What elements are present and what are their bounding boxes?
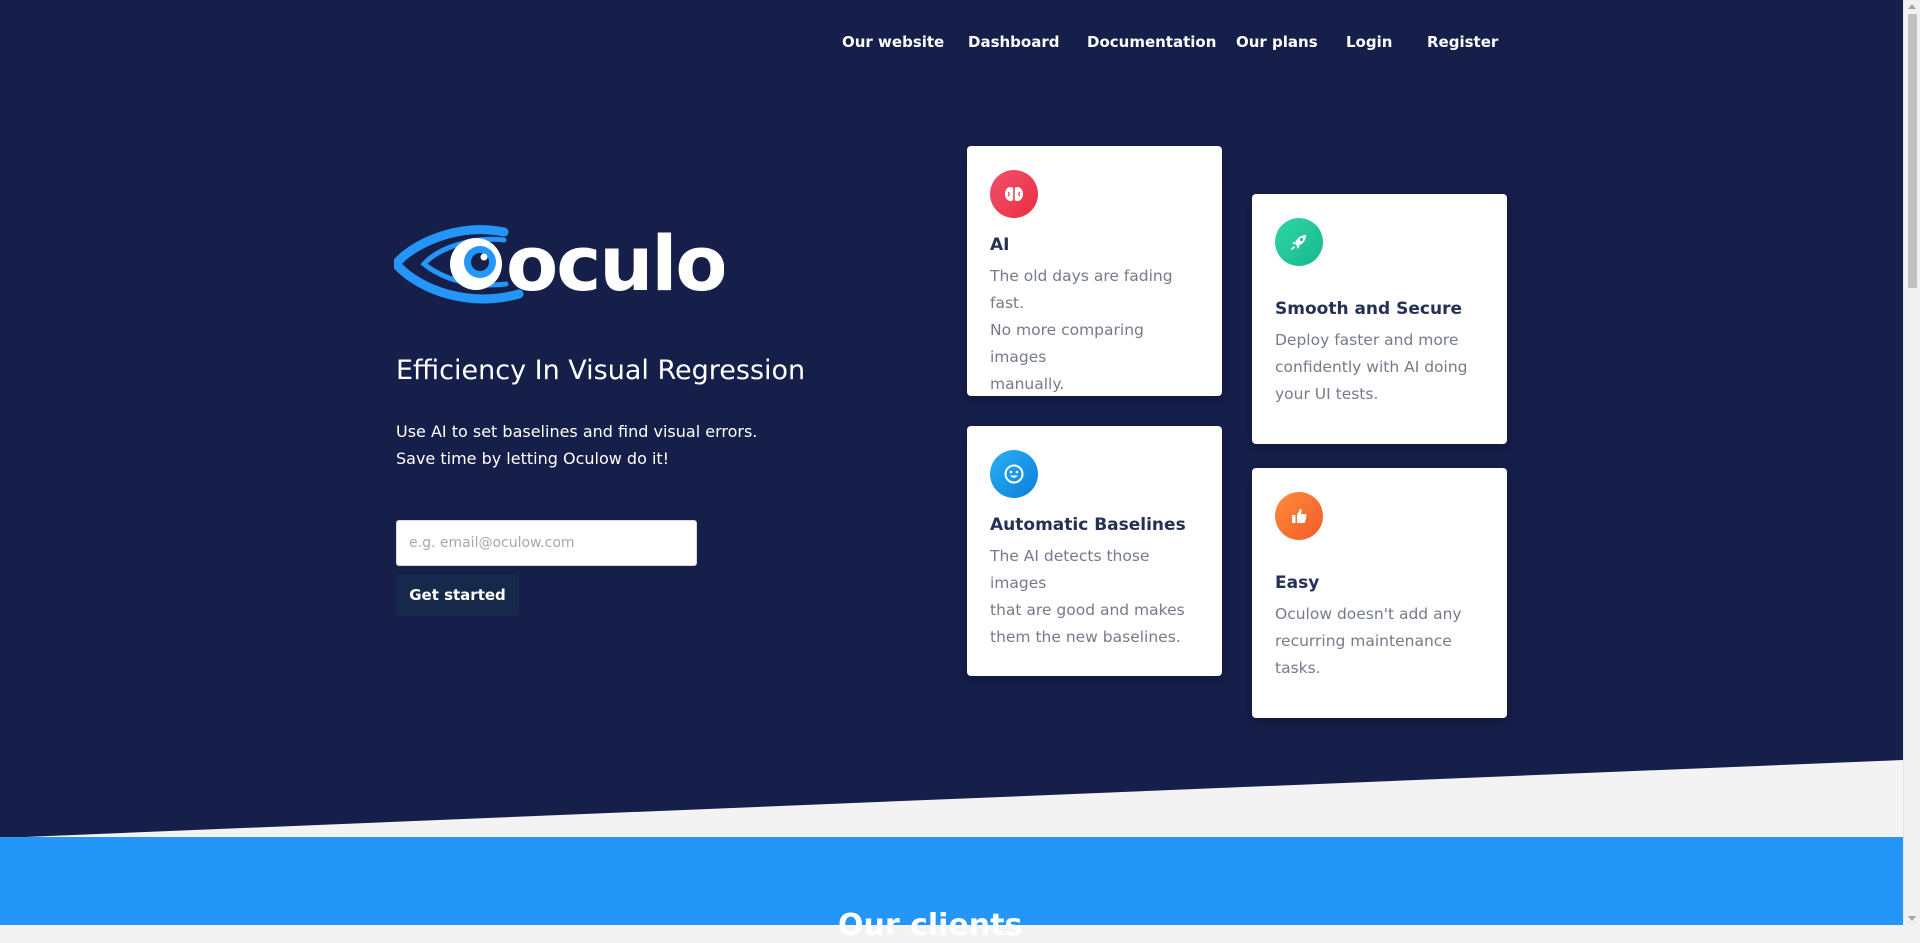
rocket-icon: [1275, 218, 1323, 266]
hero-description-line: Use AI to set baselines and find visual …: [396, 422, 758, 441]
feature-card-easy: Easy Oculow doesn't add any recurring ma…: [1252, 468, 1507, 718]
feature-description: The old days are fading fast. No more co…: [990, 267, 1173, 393]
hero-tagline: Efficiency In Visual Regression: [396, 355, 806, 386]
feature-title: Automatic Baselines: [990, 515, 1186, 535]
feature-card-ai: AI The old days are fading fast. No more…: [967, 146, 1222, 396]
feature-card-automatic-baselines: Automatic Baselines The AI detects those…: [967, 426, 1222, 676]
smiley-icon: [990, 450, 1038, 498]
email-input[interactable]: [396, 520, 697, 566]
feature-title: Smooth and Secure: [1275, 299, 1462, 319]
nav-our-website[interactable]: Our website: [842, 33, 944, 51]
get-started-button[interactable]: Get started: [396, 574, 519, 616]
logo-wordmark: oculow: [506, 219, 724, 308]
feature-title: AI: [990, 235, 1010, 255]
scrollbar-thumb[interactable]: [1908, 14, 1917, 288]
hero-description-line: Save time by letting Oculow do it!: [396, 449, 670, 468]
nav-register[interactable]: Register: [1427, 33, 1498, 51]
hero-slant-divider: [0, 760, 1903, 838]
feature-card-smooth-and-secure: Smooth and Secure Deploy faster and more…: [1252, 194, 1507, 444]
feature-description: Oculow doesn't add any recurring mainten…: [1275, 605, 1462, 677]
thumbs-up-icon: [1275, 492, 1323, 540]
brain-icon: [990, 170, 1038, 218]
nav-dashboard[interactable]: Dashboard: [968, 33, 1059, 51]
feature-title: Easy: [1275, 573, 1320, 593]
page-scrollbar[interactable]: [1903, 0, 1920, 925]
oculow-logo: oculow: [394, 219, 724, 308]
nav-documentation[interactable]: Documentation: [1087, 33, 1216, 51]
nav-our-plans[interactable]: Our plans: [1236, 33, 1318, 51]
scroll-up-icon[interactable]: [1908, 4, 1916, 9]
clients-heading: Our clients: [838, 908, 1023, 943]
feature-description: Deploy faster and more confidently with …: [1275, 331, 1468, 403]
scroll-down-icon[interactable]: [1908, 916, 1916, 921]
nav-login[interactable]: Login: [1346, 33, 1392, 51]
hero-description: Use AI to set baselines and find visual …: [396, 418, 757, 472]
feature-description: The AI detects those images that are goo…: [990, 547, 1185, 646]
